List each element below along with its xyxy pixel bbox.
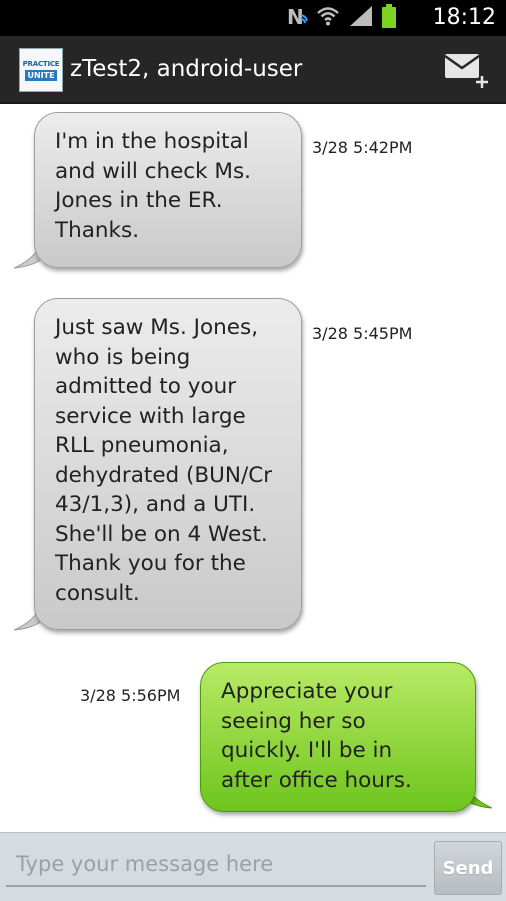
logo-text-bottom: UNITE — [25, 69, 57, 81]
action-bar: PRACTICE UNITE zTest2, android-user — [0, 36, 506, 104]
signal-icon — [348, 5, 374, 31]
message-timestamp: 3/28 5:56PM — [80, 686, 181, 705]
message-input[interactable] — [6, 843, 426, 887]
incoming-message-bubble[interactable]: I'm in the hospital and will check Ms. J… — [34, 112, 302, 268]
battery-icon — [382, 4, 396, 32]
status-time: 18:12 — [432, 5, 496, 30]
conversation-list[interactable]: I'm in the hospital and will check Ms. J… — [0, 104, 506, 832]
nfc-icon: N — [286, 5, 308, 31]
logo-text-top: PRACTICE — [22, 59, 60, 68]
conversation-title: zTest2, android-user — [70, 56, 303, 82]
status-bar: N 18:12 — [0, 0, 506, 36]
wifi-icon — [316, 5, 340, 31]
message-composer: Send — [0, 832, 506, 901]
status-icons: N — [286, 4, 396, 32]
send-button[interactable]: Send — [434, 841, 502, 895]
outgoing-message-bubble[interactable]: Appreciate your seeing her so quickly. I… — [200, 662, 476, 812]
incoming-message-bubble[interactable]: Just saw Ms. Jones, who is being admitte… — [34, 298, 302, 630]
app-logo: PRACTICE UNITE — [19, 48, 63, 92]
message-timestamp: 3/28 5:45PM — [312, 324, 413, 343]
message-timestamp: 3/28 5:42PM — [312, 138, 413, 157]
compose-message-icon[interactable] — [444, 50, 492, 90]
